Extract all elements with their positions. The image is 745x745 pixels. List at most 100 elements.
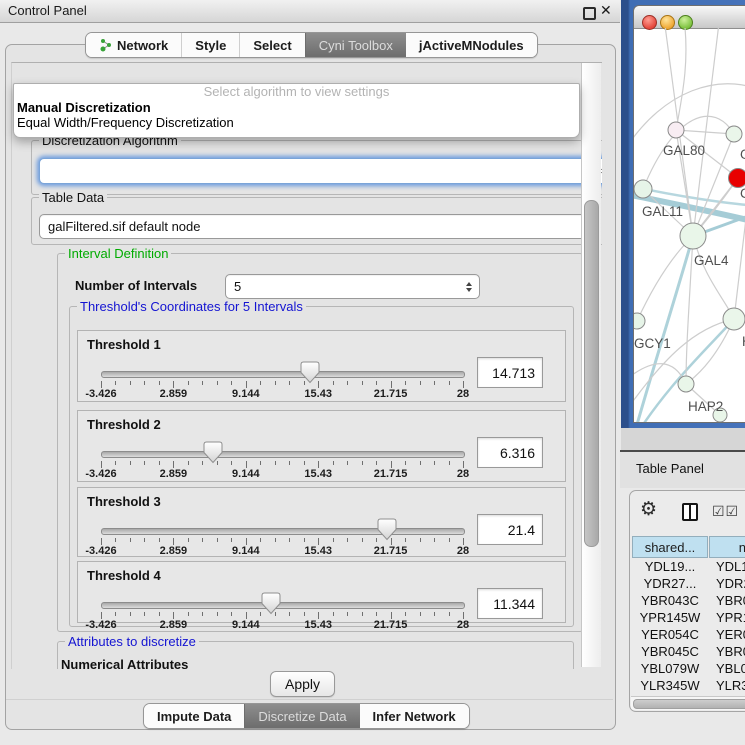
- close-icon[interactable]: ✕: [600, 2, 612, 19]
- threshold-slider-track[interactable]: [101, 602, 465, 609]
- slider-tick: [130, 461, 131, 465]
- table-hscrollbar-track[interactable]: [631, 696, 745, 710]
- threshold-slider-thumb[interactable]: [377, 518, 397, 541]
- slider-tick: [463, 381, 464, 388]
- table-cell[interactable]: YBR0: [710, 643, 745, 660]
- slider-tick: [246, 538, 247, 545]
- gear-icon[interactable]: ⚙: [640, 500, 657, 519]
- slider-tick: [289, 461, 290, 465]
- algorithm-option[interactable]: Equal Width/Frequency Discretization: [14, 115, 579, 130]
- threshold-slider-thumb[interactable]: [300, 361, 320, 384]
- tab-label: Impute Data: [157, 709, 231, 724]
- tab-style[interactable]: Style: [181, 33, 239, 57]
- threshold-value-field[interactable]: 14.713: [477, 357, 543, 388]
- table-cell[interactable]: YER054C: [632, 626, 708, 643]
- table-cell[interactable]: YDR27...: [632, 575, 708, 592]
- slider-tick: [434, 381, 435, 385]
- network-node[interactable]: [729, 169, 745, 188]
- table-cell[interactable]: YBL079W: [632, 660, 708, 677]
- table-cell[interactable]: YPR145W: [632, 609, 708, 626]
- threshold-slider-track[interactable]: [101, 451, 465, 458]
- slider-tick: [391, 381, 392, 388]
- network-edge[interactable]: [676, 28, 686, 130]
- threshold-slider-track[interactable]: [101, 371, 465, 378]
- slider-tick: [202, 538, 203, 542]
- tab-network[interactable]: Network: [86, 33, 181, 57]
- slider-tick: [376, 612, 377, 616]
- table-header-shared-name[interactable]: shared...: [632, 536, 708, 558]
- table-cell[interactable]: YBL0: [710, 660, 745, 677]
- slider-tick: [115, 461, 116, 465]
- algorithm-option[interactable]: Manual Discretization: [14, 100, 579, 115]
- slider-tick-label: 21.715: [374, 388, 408, 400]
- table-cell[interactable]: YDL1: [710, 558, 745, 575]
- table-cell[interactable]: YBR043C: [632, 592, 708, 609]
- slider-tick: [173, 381, 174, 388]
- tab-infer-network[interactable]: Infer Network: [360, 704, 469, 728]
- network-node[interactable]: [634, 180, 652, 198]
- network-node-label: GAL11: [642, 204, 683, 219]
- table-cell[interactable]: YBR045C: [632, 643, 708, 660]
- tab-jactivemnodules[interactable]: jActiveMNodules: [406, 33, 537, 57]
- network-node[interactable]: [680, 223, 706, 249]
- network-edge[interactable]: [637, 236, 693, 321]
- slider-tick: [463, 538, 464, 545]
- tab-impute-data[interactable]: Impute Data: [144, 704, 244, 728]
- slider-tick: [173, 538, 174, 545]
- slider-tick: [173, 461, 174, 468]
- tab-select[interactable]: Select: [239, 33, 304, 57]
- network-edge[interactable]: [693, 236, 734, 319]
- table-cell[interactable]: YPR1: [710, 609, 745, 626]
- slider-tick: [449, 461, 450, 465]
- network-node[interactable]: [726, 126, 742, 142]
- table-cell[interactable]: YLR3: [710, 677, 745, 694]
- slider-tick: [173, 612, 174, 619]
- network-node[interactable]: [668, 122, 684, 138]
- algorithm-combobox[interactable]: [39, 158, 602, 184]
- float-window-icon[interactable]: [583, 7, 596, 20]
- network-window-titlebar[interactable]: [634, 6, 745, 29]
- number-of-intervals-combobox[interactable]: 5: [225, 274, 480, 299]
- slider-tick: [159, 461, 160, 465]
- slider-tick: [246, 612, 247, 619]
- slider-tick: [405, 381, 406, 385]
- slider-tick: [333, 538, 334, 542]
- slider-tick: [260, 381, 261, 385]
- slider-tick: [231, 461, 232, 465]
- tab-cyni-toolbox[interactable]: Cyni Toolbox: [305, 33, 406, 57]
- tab-discretize-data[interactable]: Discretize Data: [244, 704, 359, 728]
- table-panel-title: Table Panel: [636, 461, 704, 476]
- table-header-name[interactable]: name: [709, 536, 745, 558]
- slider-tick: [318, 461, 319, 468]
- threshold-value-field[interactable]: 21.4: [477, 514, 543, 545]
- threshold-slider-track[interactable]: [101, 528, 465, 535]
- threshold-box-4: Threshold 4-3.4262.8599.14415.4321.71528…: [77, 561, 566, 623]
- threshold-slider-thumb[interactable]: [261, 592, 281, 615]
- table-data-combobox[interactable]: galFiltered.sif default node: [39, 214, 600, 239]
- threshold-value-field[interactable]: 6.316: [477, 437, 543, 468]
- network-node[interactable]: [634, 313, 645, 329]
- slider-tick: [420, 612, 421, 616]
- slider-tick-label: 15.43: [304, 545, 332, 557]
- network-canvas[interactable]: GAL80GCGAL11GAL4GCY1HHAP2: [634, 28, 745, 422]
- slider-tick: [202, 612, 203, 616]
- table-cell[interactable]: YLR345W: [632, 677, 708, 694]
- table-hscrollbar-thumb[interactable]: [633, 699, 745, 709]
- table-cell[interactable]: YDR2: [710, 575, 745, 592]
- table-cell[interactable]: YER0: [710, 626, 745, 643]
- slider-tick: [275, 538, 276, 542]
- network-node[interactable]: [723, 308, 745, 330]
- table-cell[interactable]: YDL19...: [632, 558, 708, 575]
- slider-tick: [362, 538, 363, 542]
- settings-scrollbar-thumb[interactable]: [584, 200, 599, 547]
- threshold-value-field[interactable]: 11.344: [477, 588, 543, 619]
- column-layout-icon[interactable]: [682, 503, 698, 521]
- checkbox-filter-icons[interactable]: ☑☑: [712, 503, 739, 520]
- slider-tick: [449, 381, 450, 385]
- network-edge[interactable]: [686, 319, 734, 384]
- table-cell[interactable]: YBR0: [710, 592, 745, 609]
- network-node[interactable]: [678, 376, 694, 392]
- apply-button[interactable]: Apply: [270, 671, 335, 697]
- threshold-slider-thumb[interactable]: [203, 441, 223, 464]
- network-edge[interactable]: [634, 319, 734, 408]
